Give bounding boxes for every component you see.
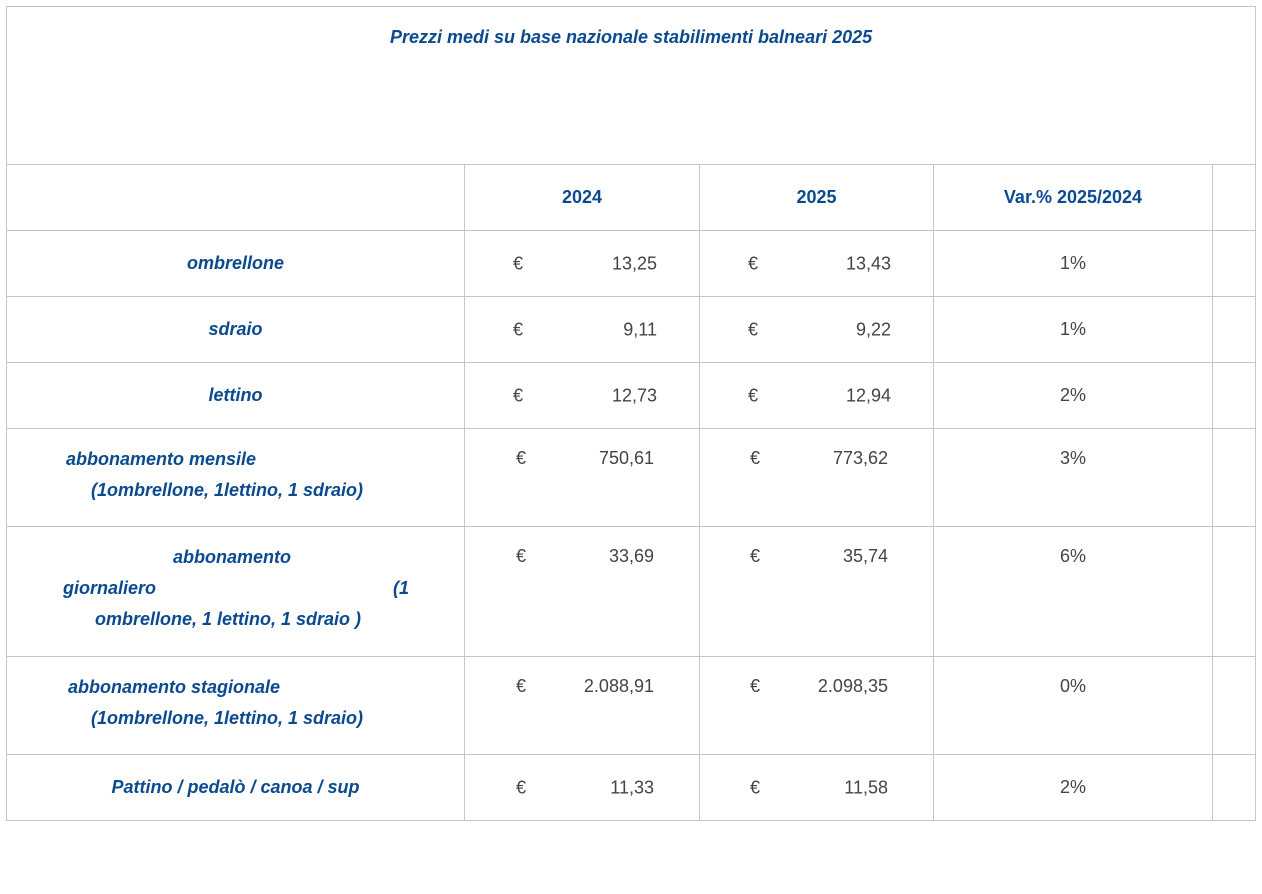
- row-label: ombrellone: [6, 230, 465, 297]
- row-label: lettino: [6, 362, 465, 429]
- value-2025: 2.098,35: [817, 676, 888, 696]
- value-2024: 12,73: [611, 385, 657, 405]
- currency-symbol: €: [516, 546, 527, 566]
- currency-symbol: €: [748, 319, 759, 339]
- currency-symbol: €: [750, 676, 761, 696]
- value-2024: 33,69: [608, 546, 654, 566]
- value-2025: 12,94: [845, 385, 891, 405]
- currency-symbol: €: [750, 546, 761, 566]
- currency-symbol: €: [516, 448, 527, 468]
- value-2025: 13,43: [845, 253, 891, 273]
- currency-symbol: €: [513, 385, 524, 405]
- row-label-line2a: giornaliero: [63, 578, 157, 598]
- value-2024: 750,61: [598, 448, 654, 468]
- value-2025: 11,58: [844, 777, 888, 797]
- row-label-line2b: (1: [393, 578, 410, 598]
- value-2025-cell: € 773,62: [699, 428, 934, 527]
- row-label-line2: giornaliero (1: [7, 573, 464, 604]
- value-2025-cell: € 35,74: [699, 526, 934, 657]
- spacer-cell: [1211, 230, 1257, 297]
- currency-symbol: €: [748, 385, 759, 405]
- spacer-cell: [1211, 428, 1257, 527]
- currency-symbol: €: [516, 676, 527, 696]
- table-row: ombrellone € 13,25 € 13,43 1%: [6, 230, 1257, 297]
- row-label: Pattino / pedalò / canoa / sup: [6, 754, 465, 821]
- currency-symbol: €: [513, 319, 524, 339]
- value-2024-cell: € 13,25: [464, 230, 700, 297]
- value-2024: 9,11: [623, 319, 657, 339]
- title-row: Prezzi medi su base nazionale stabilimen…: [5, 6, 1257, 165]
- header-2024: 2024: [464, 164, 700, 231]
- price-table: Prezzi medi su base nazionale stabilimen…: [5, 6, 1257, 821]
- variation-value: 2%: [933, 362, 1213, 429]
- variation-value: 6%: [933, 526, 1213, 657]
- price-table-container: Prezzi medi su base nazionale stabilimen…: [5, 6, 1257, 821]
- value-2024-cell: € 2.088,91: [464, 656, 700, 755]
- row-label-line2: (1ombrellone, 1lettino, 1 sdraio): [91, 708, 364, 728]
- row-label: abbonamento mensile (1ombrellone, 1letti…: [6, 428, 465, 527]
- row-label-line2: (1ombrellone, 1lettino, 1 sdraio): [91, 480, 364, 500]
- value-2024-cell: € 33,69: [464, 526, 700, 657]
- header-var: Var.% 2025/2024: [933, 164, 1213, 231]
- currency-symbol: €: [748, 253, 759, 273]
- table-row: abbonamento mensile (1ombrellone, 1letti…: [6, 428, 1257, 527]
- value-2024-cell: € 750,61: [464, 428, 700, 527]
- row-label: abbonamento giornaliero (1 ombrellone, 1…: [6, 526, 465, 657]
- currency-symbol: €: [750, 777, 761, 797]
- table-row: abbonamento stagionale (1ombrellone, 1le…: [6, 656, 1257, 755]
- spacer-cell: [1211, 656, 1257, 755]
- header-2025: 2025: [699, 164, 934, 231]
- value-2024: 2.088,91: [583, 676, 654, 696]
- value-2025: 35,74: [842, 546, 888, 566]
- value-2024: 11,33: [610, 777, 654, 797]
- table-row: sdraio € 9,11 € 9,22 1%: [6, 296, 1257, 363]
- currency-symbol: €: [750, 448, 761, 468]
- row-label-line3: ombrellone, 1 lettino, 1 sdraio ): [95, 609, 362, 629]
- value-2025: 773,62: [832, 448, 888, 468]
- value-2024-cell: € 9,11: [464, 296, 700, 363]
- row-label-line1: abbonamento mensile: [66, 449, 257, 469]
- table-title: Prezzi medi su base nazionale stabilimen…: [389, 27, 873, 47]
- table-row: lettino € 12,73 € 12,94 2%: [6, 362, 1257, 429]
- title-cell: Prezzi medi su base nazionale stabilimen…: [5, 6, 1257, 165]
- row-label-line1: abbonamento: [173, 547, 292, 567]
- table-row: Pattino / pedalò / canoa / sup € 11,33 €…: [6, 754, 1257, 821]
- value-2025-cell: € 2.098,35: [699, 656, 934, 755]
- currency-symbol: €: [513, 253, 524, 273]
- value-2025-cell: € 12,94: [699, 362, 934, 429]
- value-2025: 9,22: [855, 319, 891, 339]
- spacer-cell: [1211, 296, 1257, 363]
- header-row: 2024 2025 Var.% 2025/2024: [6, 164, 1257, 231]
- header-spacer-cell: [1211, 164, 1257, 231]
- value-2024-cell: € 12,73: [464, 362, 700, 429]
- variation-value: 2%: [933, 754, 1213, 821]
- variation-value: 1%: [933, 296, 1213, 363]
- value-2025-cell: € 9,22: [699, 296, 934, 363]
- value-2024-cell: € 11,33: [464, 754, 700, 821]
- spacer-cell: [1211, 362, 1257, 429]
- variation-value: 0%: [933, 656, 1213, 755]
- row-label-line1: abbonamento stagionale: [68, 677, 281, 697]
- currency-symbol: €: [516, 777, 527, 797]
- row-label: abbonamento stagionale (1ombrellone, 1le…: [6, 656, 465, 755]
- spacer-cell: [1211, 754, 1257, 821]
- value-2024: 13,25: [611, 253, 657, 273]
- table-row: abbonamento giornaliero (1 ombrellone, 1…: [6, 526, 1257, 657]
- spacer-cell: [1211, 526, 1257, 657]
- variation-value: 1%: [933, 230, 1213, 297]
- variation-value: 3%: [933, 428, 1213, 527]
- value-2025-cell: € 11,58: [699, 754, 934, 821]
- value-2025-cell: € 13,43: [699, 230, 934, 297]
- header-empty-cell: [6, 164, 465, 231]
- row-label: sdraio: [6, 296, 465, 363]
